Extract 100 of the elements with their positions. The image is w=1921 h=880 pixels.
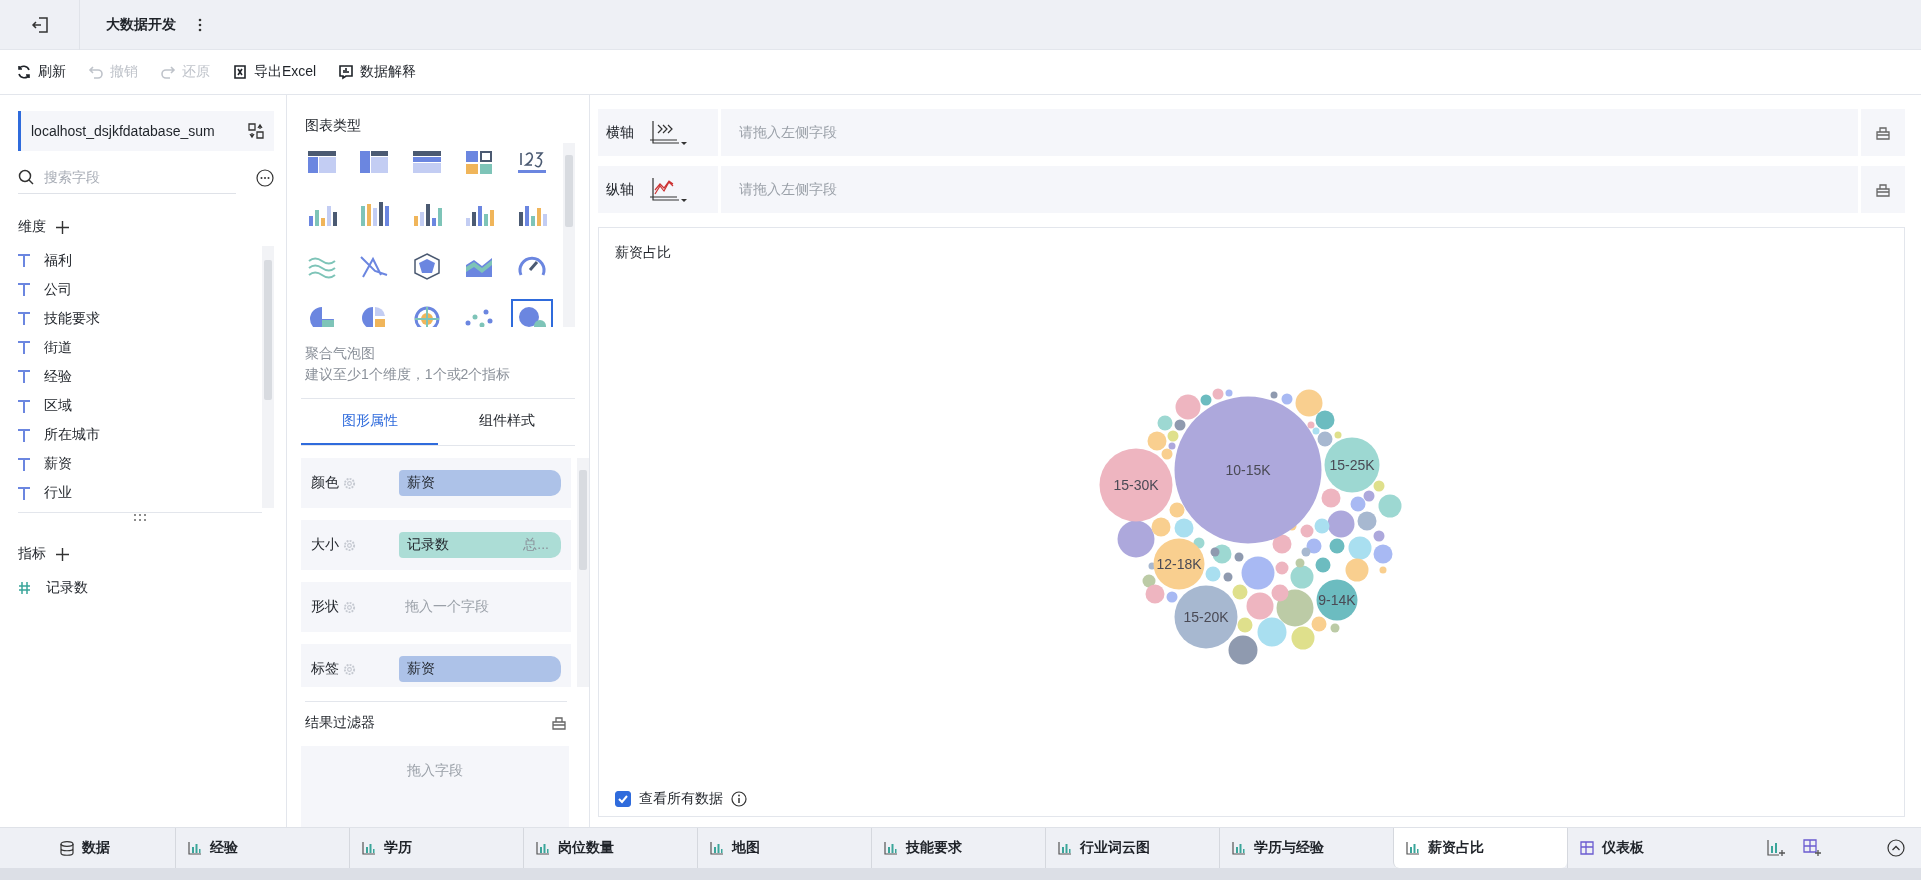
axis-type-icon[interactable]: [648, 118, 688, 147]
text-type-icon: [18, 283, 30, 297]
resize-handle-icon[interactable]: [133, 513, 147, 521]
field-item[interactable]: 技能要求: [18, 304, 262, 334]
aggregate-label: 总...: [523, 536, 549, 554]
chart-title: 薪资占比: [615, 244, 672, 262]
more-icon[interactable]: [198, 17, 202, 32]
field-chip[interactable]: 薪资: [399, 656, 561, 682]
text-type-icon: [18, 457, 30, 471]
scrollbar[interactable]: [563, 143, 575, 327]
bubble: [1348, 536, 1371, 560]
field-item[interactable]: 公司: [18, 275, 262, 305]
checkbox-label: 查看所有数据: [639, 790, 723, 808]
data-source-name: localhost_dsjkfdatabase_sum: [31, 123, 215, 139]
field-item[interactable]: 区域: [18, 391, 262, 421]
section-title: 结果过滤器: [305, 713, 375, 732]
section-title: 指标: [18, 545, 46, 563]
drop-placeholder: 拖入字段: [407, 761, 463, 780]
bar-chart-icon: [1058, 841, 1072, 855]
bubble-label: 10-15K: [1224, 462, 1271, 478]
bubble: [1315, 557, 1330, 573]
bar-chart-icon: [188, 841, 202, 855]
dashboard-icon: [1580, 841, 1594, 855]
text-type-icon: [18, 312, 30, 326]
redo-icon: [160, 64, 176, 80]
field-item[interactable]: 行业: [18, 478, 262, 508]
bubble-label: 15-20K: [1182, 609, 1229, 625]
field-chip[interactable]: 记录数 总...: [399, 532, 561, 558]
text-type-icon: [18, 254, 30, 268]
toolbar-button[interactable]: 刷新: [16, 63, 66, 81]
bubble-label: 15-25K: [1328, 457, 1375, 473]
property-row[interactable]: 标签 薪资: [301, 644, 571, 687]
text-type-icon: [18, 370, 30, 384]
property-row[interactable]: 颜色 薪资: [301, 458, 571, 508]
database-icon: [60, 840, 74, 856]
field-item[interactable]: 所在城市: [18, 420, 262, 450]
data-source-selector[interactable]: localhost_dsjkfdatabase_sum: [18, 111, 274, 151]
sheet-tab[interactable]: 数据: [0, 828, 175, 868]
tab[interactable]: 图形属性: [301, 399, 438, 445]
bubble-label: 15-30K: [1112, 477, 1159, 493]
exit-icon[interactable]: [30, 15, 49, 34]
collapse-icon[interactable]: [1887, 839, 1905, 857]
lock-icon[interactable]: [1875, 181, 1891, 198]
toolbar-button[interactable]: 数据解释: [338, 63, 417, 81]
bar-chart-icon: [362, 841, 376, 855]
property-label: 标签: [311, 660, 339, 678]
bar-chart-icon: [536, 841, 550, 855]
refresh-icon: [16, 64, 32, 80]
field-chip[interactable]: 薪资: [399, 470, 561, 496]
sheet-tab[interactable]: 薪资占比: [1393, 828, 1567, 868]
bar-chart-icon: [1232, 841, 1246, 855]
switch-icon[interactable]: [248, 123, 264, 139]
bar-chart-icon: [710, 841, 724, 855]
field-item[interactable]: 福利: [18, 246, 262, 276]
add-icon[interactable]: [56, 547, 69, 561]
bubble: [1373, 544, 1392, 564]
add-dashboard-icon[interactable]: [1803, 839, 1821, 857]
bar-chart-icon: [884, 841, 898, 855]
scrollbar[interactable]: [262, 246, 274, 508]
chart-type-name: 聚合气泡图: [305, 345, 376, 363]
undo-icon: [88, 64, 104, 80]
bubble: [1257, 617, 1286, 647]
add-chart-icon[interactable]: [1767, 839, 1785, 857]
chart-comment-icon: [338, 64, 355, 80]
text-type-icon: [18, 399, 30, 413]
field-name: 薪资: [407, 474, 435, 492]
tab[interactable]: 组件样式: [438, 399, 575, 445]
field-name: 薪资: [407, 660, 435, 678]
text-type-icon: [18, 428, 30, 442]
excel-icon: [232, 64, 248, 80]
field-item[interactable]: 薪资: [18, 449, 262, 479]
search-icon: [18, 169, 34, 185]
field-item[interactable]: 经验: [18, 362, 262, 392]
scrollbar[interactable]: [577, 458, 589, 687]
property-row[interactable]: 大小 记录数 总...: [301, 520, 571, 570]
axis-label: 横轴: [606, 123, 634, 142]
lock-icon[interactable]: [551, 714, 567, 731]
search-field[interactable]: 搜索字段: [42, 168, 196, 186]
checkbox[interactable]: [615, 791, 631, 807]
lock-icon[interactable]: [1875, 124, 1891, 141]
bubble: [1379, 566, 1386, 574]
property-label: 大小: [311, 536, 339, 554]
info-icon[interactable]: [731, 791, 747, 807]
property-label: 颜色: [311, 474, 339, 492]
drop-placeholder: 拖入一个字段: [404, 598, 489, 616]
toolbar-button[interactable]: 导出Excel: [232, 63, 317, 81]
property-label: 形状: [311, 598, 339, 616]
bubble-label: 9-14K: [1317, 592, 1356, 608]
panel-title: 图表类型: [305, 117, 362, 135]
more-icon[interactable]: [256, 168, 274, 187]
text-type-icon: [18, 341, 30, 355]
chart-type-button[interactable]: [510, 299, 553, 327]
bar-chart-icon: [1406, 841, 1420, 855]
app-title: 大数据开发: [106, 15, 176, 34]
field-item[interactable]: 街道: [18, 333, 262, 363]
property-row[interactable]: 形状 拖入一个字段: [301, 582, 571, 632]
add-icon[interactable]: [56, 220, 69, 234]
bubble-label: 12-18K: [1155, 556, 1202, 572]
field-item[interactable]: 记录数: [18, 573, 274, 603]
number-type-icon: [18, 581, 32, 595]
